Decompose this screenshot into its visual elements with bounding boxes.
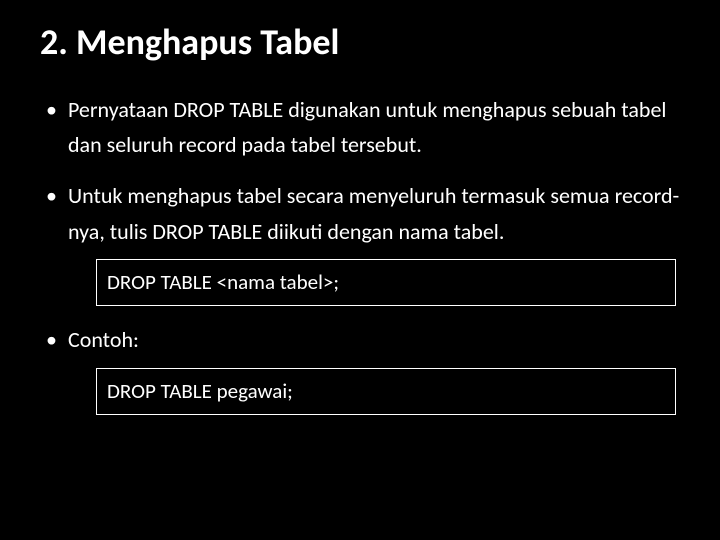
bullet-text: Pernyataan DROP TABLE digunakan untuk me… <box>68 96 666 158</box>
bullet-text: Contoh: <box>68 326 139 353</box>
code-block-example: DROP TABLE pegawai; <box>96 368 676 416</box>
bullet-item: Untuk menghapus tabel secara menyeluruh … <box>40 178 680 306</box>
bullet-item: Contoh: DROP TABLE pegawai; <box>40 322 680 415</box>
bullet-text: Untuk menghapus tabel secara menyeluruh … <box>68 182 679 244</box>
slide-title: 2. Menghapus Tabel <box>40 20 680 64</box>
bullet-item: Pernyataan DROP TABLE digunakan untuk me… <box>40 92 680 162</box>
code-block-syntax: DROP TABLE <nama tabel>; <box>96 259 676 307</box>
slide-body: Pernyataan DROP TABLE digunakan untuk me… <box>40 92 680 415</box>
